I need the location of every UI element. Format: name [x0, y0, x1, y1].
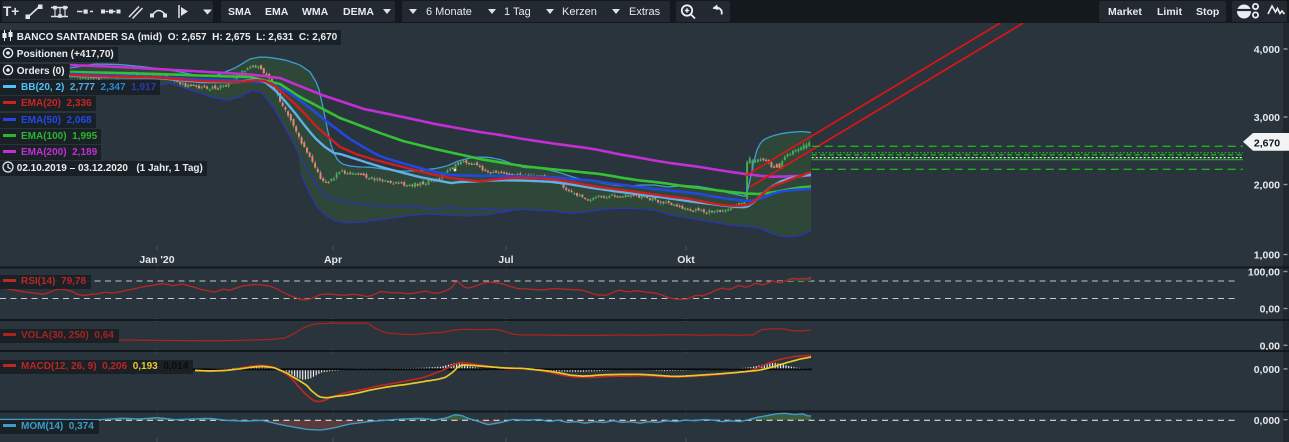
svg-text:4,000: 4,000: [1254, 44, 1280, 56]
svg-text:0,000: 0,000: [1254, 364, 1280, 376]
svg-text:Jan '20: Jan '20: [139, 254, 174, 266]
svg-text:Jul: Jul: [498, 254, 513, 266]
svg-text:1,000: 1,000: [1254, 250, 1280, 262]
svg-text:0,000: 0,000: [1254, 415, 1280, 427]
svg-text:2,000: 2,000: [1254, 180, 1280, 192]
svg-text:Apr: Apr: [324, 254, 342, 266]
svg-text:Okt: Okt: [677, 254, 695, 266]
svg-text:T+: T+: [3, 4, 19, 19]
svg-text:0,00: 0,00: [1260, 304, 1281, 316]
svg-text:3,000: 3,000: [1254, 112, 1280, 124]
svg-text:2,670: 2,670: [1254, 138, 1280, 150]
